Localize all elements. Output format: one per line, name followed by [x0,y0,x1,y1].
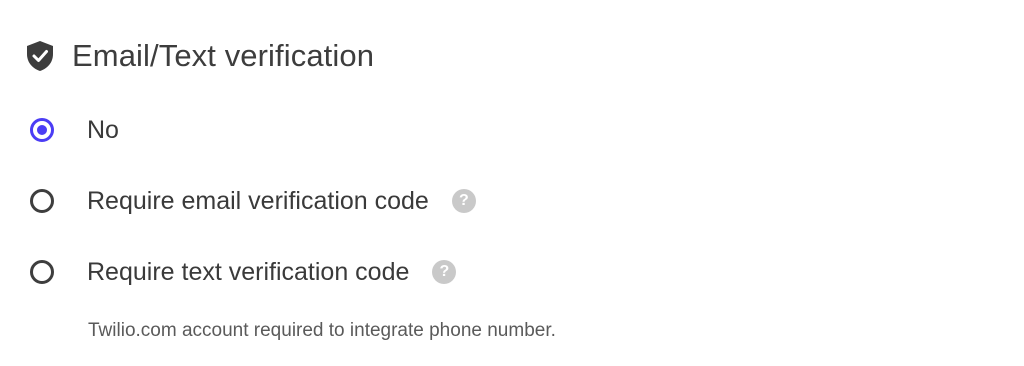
option-no[interactable]: No [30,113,119,147]
verification-settings-section: Email/Text verification No Require email… [0,0,1024,366]
help-icon[interactable]: ? [432,260,457,284]
option-text-verification[interactable]: Require text verification code ? [30,255,457,289]
twilio-note: Twilio.com account required to integrate… [88,320,556,341]
radio-no[interactable] [30,118,54,142]
option-no-label[interactable]: No [87,116,119,145]
help-icon[interactable]: ? [451,189,476,213]
section-header: Email/Text verification [24,36,374,76]
option-email-verification[interactable]: Require email verification code ? [30,184,476,218]
radio-email-verification[interactable] [30,189,54,213]
radio-selected-dot [37,125,47,135]
radio-text-verification[interactable] [30,260,54,284]
shield-check-icon [24,39,56,73]
option-email-verification-label[interactable]: Require email verification code [87,187,429,216]
section-title: Email/Text verification [72,38,375,73]
option-text-verification-label[interactable]: Require text verification code [87,258,409,287]
